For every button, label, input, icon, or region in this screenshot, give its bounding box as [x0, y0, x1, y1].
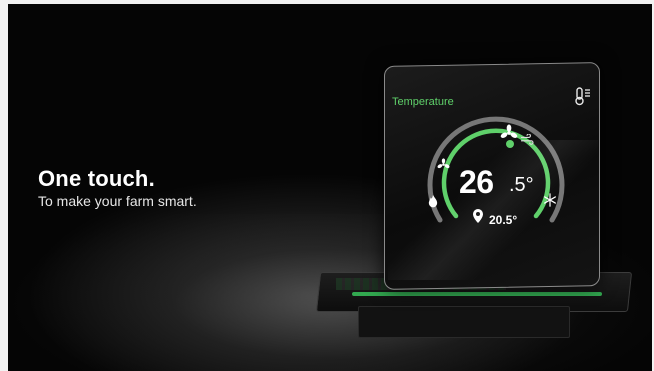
hero-subline: To make your farm smart. — [38, 193, 197, 209]
set-temperature: 20.5° — [489, 213, 518, 227]
hero-text: One touch. To make your farm smart. — [38, 166, 197, 210]
heat-fan-icon — [437, 158, 450, 169]
current-temperature-decimal: .5° — [509, 174, 534, 196]
thermometer-icon — [575, 87, 590, 106]
snowflake-icon — [544, 193, 556, 207]
flame-icon — [428, 194, 438, 208]
fan-icon — [500, 124, 518, 138]
current-temperature: 26 — [459, 164, 494, 200]
device-status-strip — [352, 292, 602, 296]
device-foot — [358, 306, 570, 338]
location-pin-icon — [473, 209, 483, 223]
hero-headline: One touch. — [38, 166, 155, 191]
wind-icon — [521, 134, 534, 145]
temperature-dial — [427, 116, 565, 223]
